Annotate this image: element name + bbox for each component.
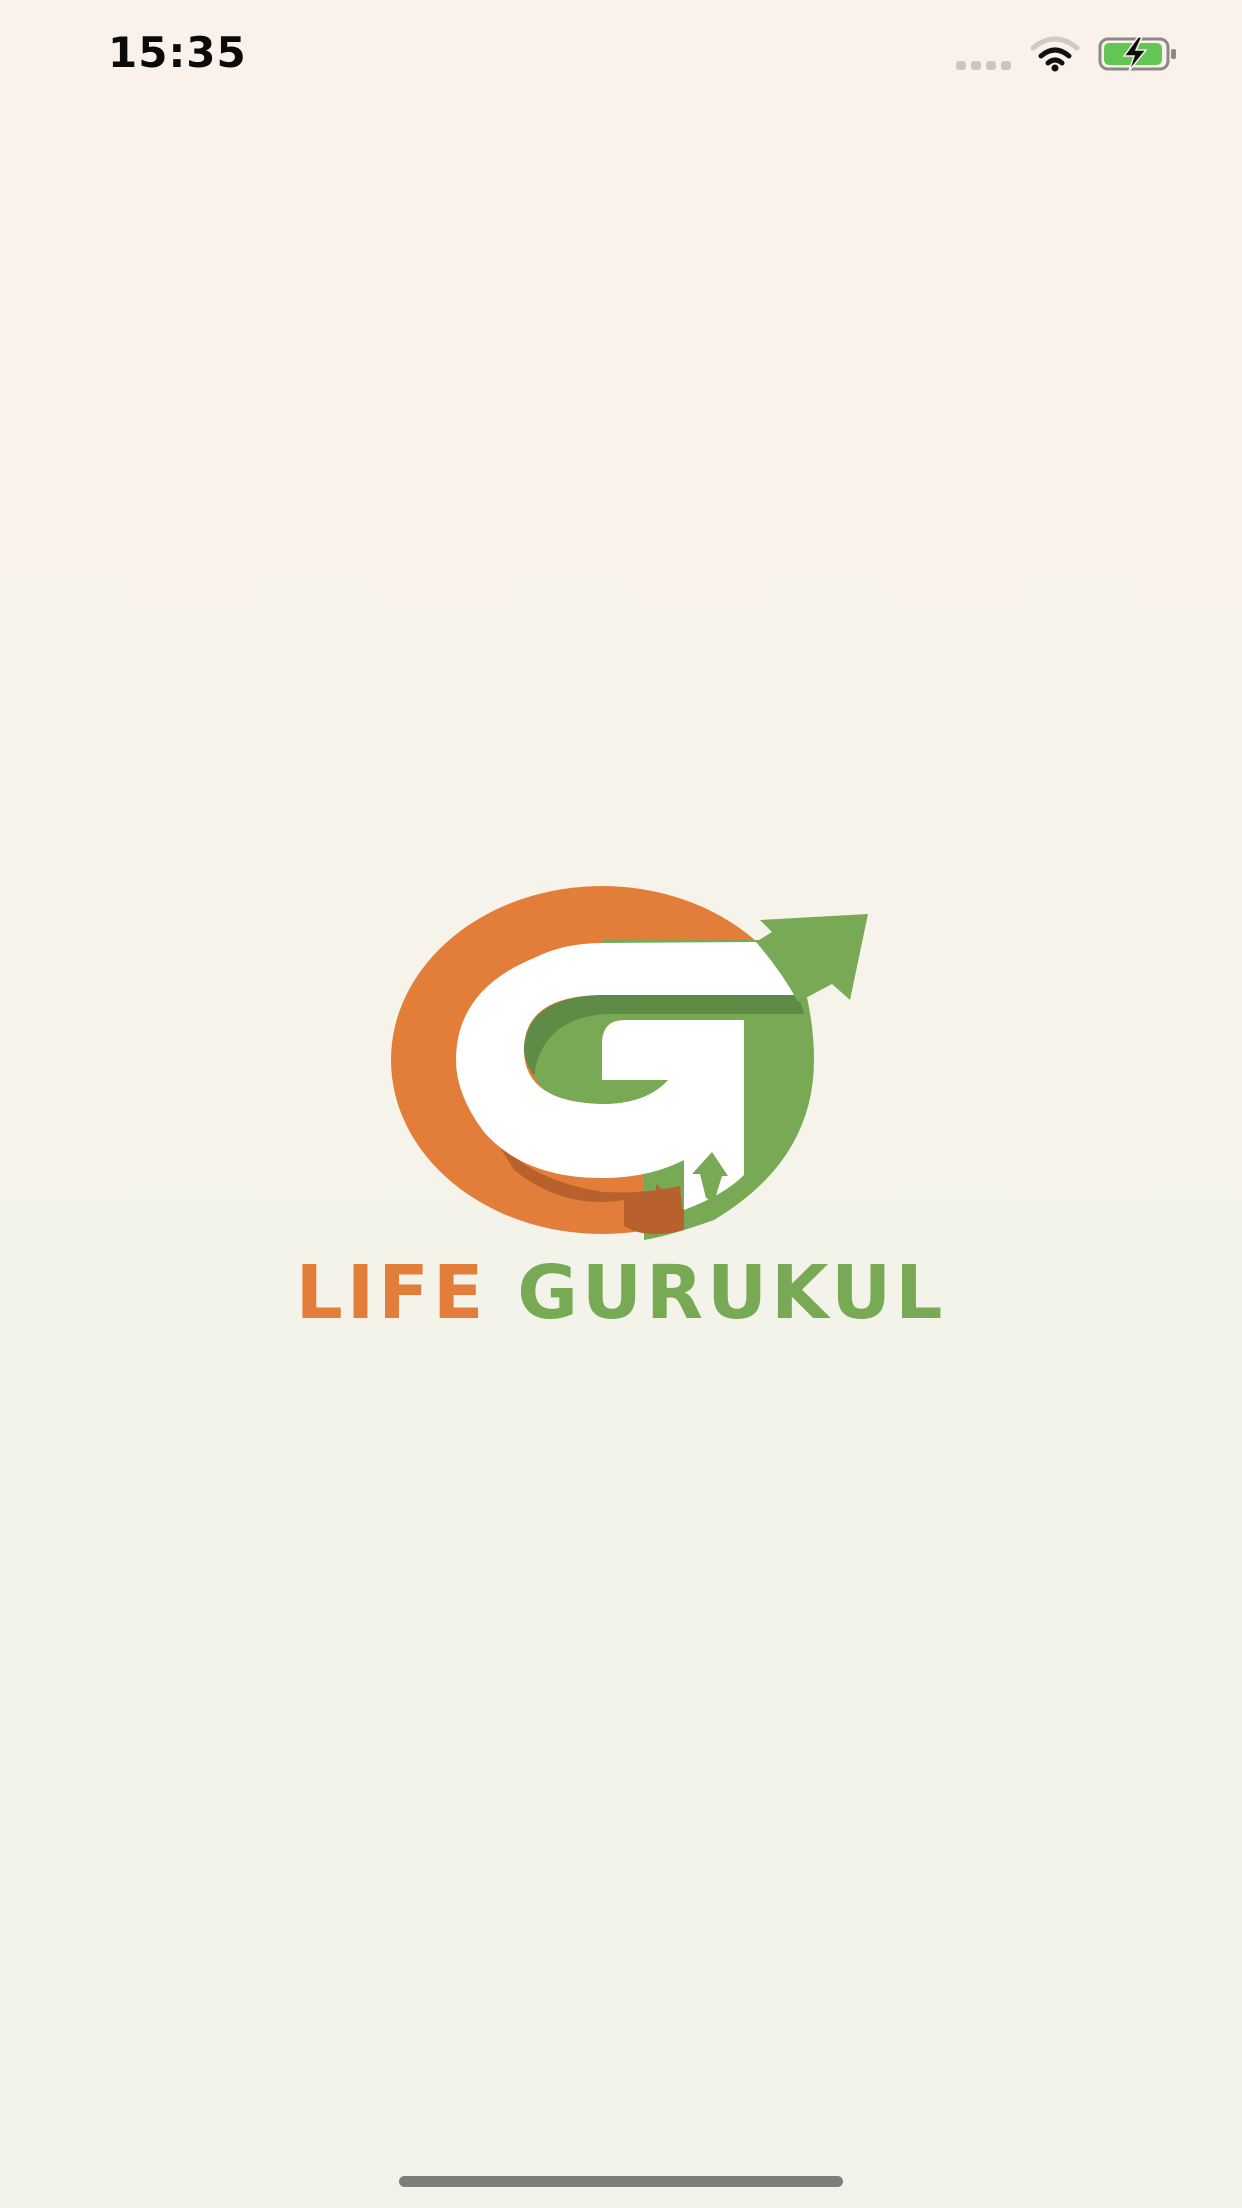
status-time: 15:35 xyxy=(108,28,247,77)
brand-name: LIFE GURUKUL xyxy=(0,1250,1242,1336)
battery-charging-icon xyxy=(1098,36,1180,72)
status-bar: 15:35 xyxy=(0,0,1242,110)
life-gurukul-logo xyxy=(384,880,878,1240)
cellular-signal-icon xyxy=(956,61,1014,71)
brand-word-life: LIFE xyxy=(295,1250,488,1336)
brand-word-gurukul: GURUKUL xyxy=(517,1250,947,1336)
wifi-icon xyxy=(1030,36,1080,72)
home-indicator[interactable] xyxy=(399,2176,843,2187)
